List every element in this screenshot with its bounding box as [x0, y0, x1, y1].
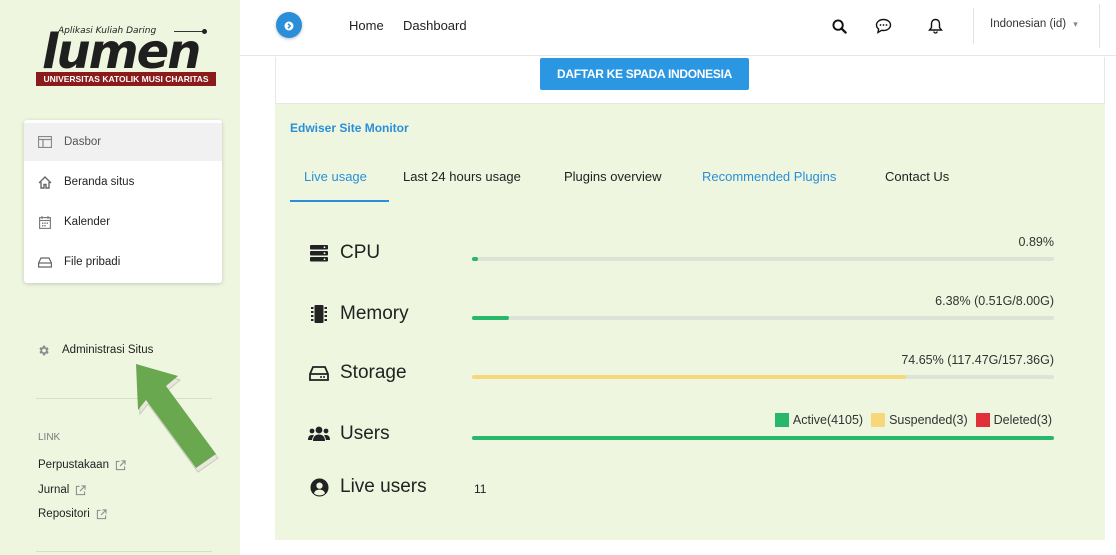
cpu-value: 0.89%	[1018, 235, 1054, 249]
link-perpustakaan[interactable]: Perpustakaan	[38, 459, 126, 471]
sidebar-divider-bottom	[36, 551, 212, 552]
storage-bar-fill	[472, 375, 907, 379]
sidebar-item-label: Kalender	[64, 216, 111, 228]
legend-label: Suspended(3)	[889, 413, 968, 427]
annotation-arrow	[136, 364, 219, 473]
navbar-separator	[973, 8, 974, 44]
legend-suspended: Suspended(3)	[871, 413, 968, 427]
admin-label: Administrasi Situs	[62, 344, 154, 356]
sidebar-item-beranda[interactable]: Beranda situs	[24, 163, 222, 201]
chevron-right-icon	[284, 16, 294, 35]
message-icon[interactable]	[873, 16, 893, 36]
monitor-title: Edwiser Site Monitor	[290, 121, 409, 135]
calendar-icon	[38, 215, 52, 229]
sidebar-item-label: File pribadi	[64, 256, 121, 268]
users-icon	[308, 424, 330, 444]
caret-down-icon: ▾	[1073, 19, 1078, 29]
home-icon	[38, 175, 52, 189]
external-link-icon	[115, 459, 126, 471]
link-label: Repositori	[38, 508, 90, 520]
tab-contact-us[interactable]: Contact Us	[885, 169, 949, 184]
drawer-toggle-button[interactable]	[276, 12, 302, 38]
users-label: Users	[340, 423, 390, 444]
spada-panel: DAFTAR KE SPADA INDONESIA	[275, 57, 1105, 104]
active-tab-indicator	[290, 200, 389, 202]
tab-recommended-plugins[interactable]: Recommended Plugins	[702, 169, 836, 184]
legend-active: Active(4105)	[774, 413, 864, 427]
legend-swatch	[871, 413, 886, 427]
link-label: Perpustakaan	[38, 459, 109, 471]
memory-bar-fill	[472, 316, 510, 320]
sidebar-item-file-pribadi[interactable]: File pribadi	[24, 243, 222, 281]
users-legend: Active(4105) Suspended(3) Deleted(3)	[767, 413, 1052, 427]
bell-icon[interactable]	[925, 16, 945, 36]
site-logo[interactable]: Aplikasi Kuliah Daring lumen UNIVERSITAS…	[36, 20, 216, 90]
storage-metric: Storage	[308, 362, 407, 384]
users-bar-fill	[472, 436, 1054, 440]
external-link-icon	[96, 508, 107, 520]
memory-bar-track	[472, 316, 1054, 320]
tab-plugins-overview[interactable]: Plugins overview	[564, 169, 662, 184]
legend-swatch	[975, 413, 990, 427]
link-repositori[interactable]: Repositori	[38, 508, 107, 520]
tab-live-usage[interactable]: Live usage	[304, 169, 367, 184]
sidebar-item-dasbor[interactable]: Dasbor	[24, 123, 222, 161]
external-link-icon	[75, 484, 86, 496]
drive-icon	[38, 255, 52, 269]
storage-label: Storage	[340, 362, 407, 383]
sidebar-item-label: Dasbor	[64, 136, 102, 148]
language-selector[interactable]: Indonesian (id) ▾	[990, 18, 1078, 30]
memory-label: Memory	[340, 303, 409, 324]
gear-icon	[36, 343, 50, 357]
site-monitor-panel: Edwiser Site Monitor Live usage Last 24 …	[275, 104, 1105, 540]
storage-bar-track	[472, 375, 1054, 379]
link-label: Jurnal	[38, 484, 70, 496]
register-spada-button[interactable]: DAFTAR KE SPADA INDONESIA	[540, 58, 749, 90]
live-users-metric: Live users	[308, 476, 427, 498]
navbar-separator	[1099, 4, 1100, 48]
cpu-metric: CPU	[308, 242, 380, 264]
language-label: Indonesian (id)	[990, 18, 1067, 30]
live-users-value: 11	[474, 482, 487, 496]
top-navbar: Home Dashboard Indonesian (id) ▾	[240, 0, 1116, 56]
sidebar-item-kalender[interactable]: Kalender	[24, 203, 222, 241]
link-heading: LINK	[38, 432, 61, 443]
link-jurnal[interactable]: Jurnal	[38, 484, 86, 496]
logo-wordmark: lumen	[42, 24, 201, 80]
search-icon[interactable]	[829, 16, 849, 36]
nav-dashboard-link[interactable]: Dashboard	[403, 18, 467, 33]
sidebar: Aplikasi Kuliah Daring lumen UNIVERSITAS…	[0, 0, 240, 555]
nav-card: Dasbor Beranda situs Kalender File priba…	[24, 120, 222, 283]
memory-value: 6.38% (0.51G/8.00G)	[935, 294, 1054, 308]
user-circle-icon	[308, 477, 330, 497]
memory-chip-icon	[308, 304, 330, 324]
cpu-bar-fill	[472, 257, 478, 261]
legend-deleted: Deleted(3)	[975, 413, 1052, 427]
legend-swatch	[774, 413, 789, 427]
storage-value: 74.65% (117.47G/157.36G)	[901, 353, 1054, 367]
cpu-label: CPU	[340, 242, 381, 263]
nav-home-link[interactable]: Home	[349, 18, 384, 33]
legend-label: Deleted(3)	[993, 413, 1052, 427]
sidebar-item-label: Beranda situs	[64, 176, 135, 188]
users-metric: Users	[308, 423, 390, 445]
users-bar-track	[472, 436, 1054, 440]
server-icon	[308, 243, 330, 263]
cpu-bar-track	[472, 257, 1054, 261]
tab-last-24-hours[interactable]: Last 24 hours usage	[403, 169, 521, 184]
live-users-label: Live users	[340, 476, 427, 497]
legend-label: Active(4105)	[792, 413, 864, 427]
sidebar-item-administrasi-situs[interactable]: Administrasi Situs	[36, 343, 153, 357]
dashboard-icon	[38, 135, 52, 149]
memory-metric: Memory	[308, 303, 409, 325]
hard-drive-icon	[308, 363, 330, 383]
logo-dot	[202, 29, 207, 34]
logo-university: UNIVERSITAS KATOLIK MUSI CHARITAS	[36, 72, 216, 86]
